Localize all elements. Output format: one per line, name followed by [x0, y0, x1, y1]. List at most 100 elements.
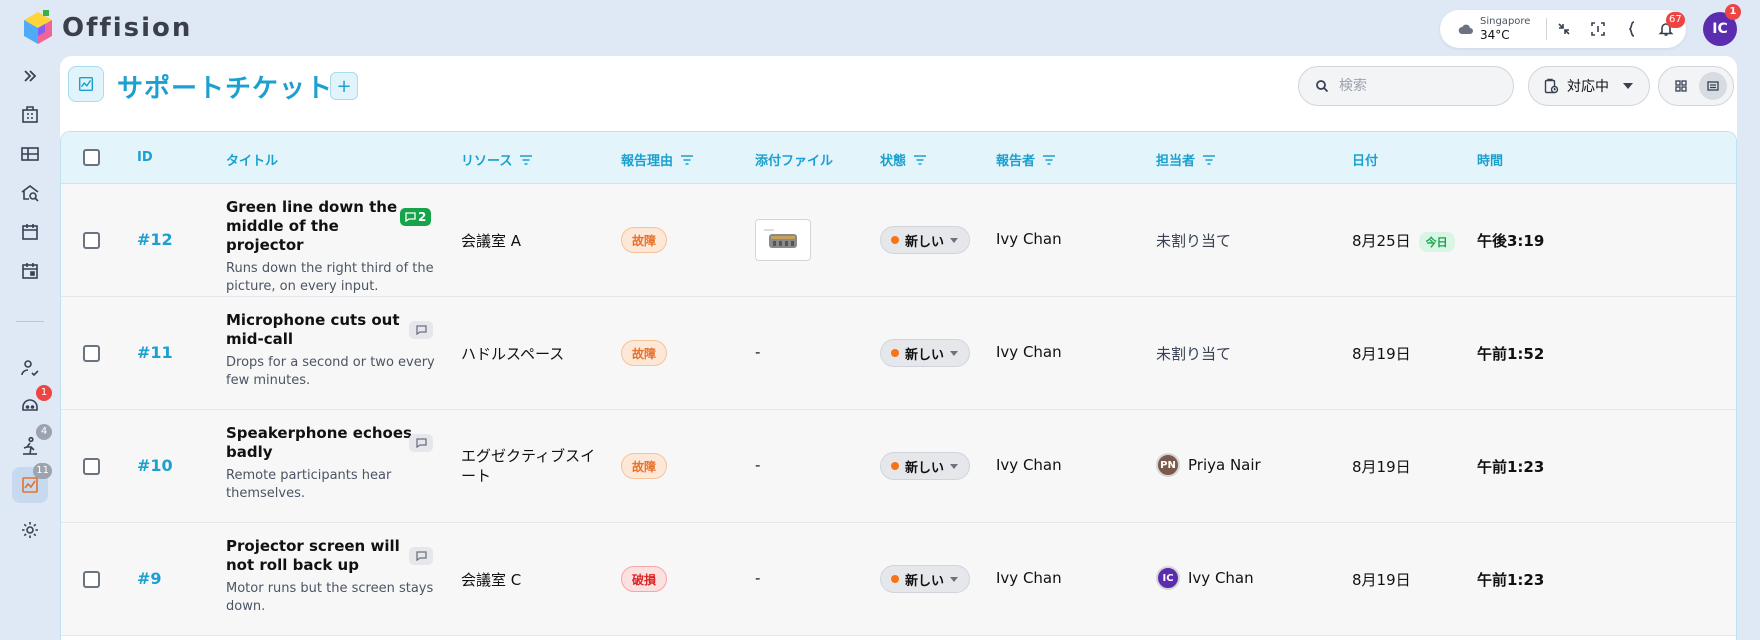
attachment-empty: - [755, 343, 761, 361]
reason-badge: 故障 [621, 453, 668, 479]
row-checkbox[interactable] [83, 232, 100, 249]
table-row[interactable]: #10 Speakerphone echoes badly Remote par… [61, 410, 1736, 523]
ticket-title[interactable]: Projector screen will not roll back up [226, 537, 416, 575]
qr-scan-button[interactable] [1581, 10, 1615, 48]
sidebar-item-walking[interactable]: 4 [12, 424, 52, 464]
assignee[interactable]: PN Priya Nair [1156, 453, 1261, 477]
comments-badge[interactable] [409, 547, 433, 565]
attachment-thumbnail[interactable] [755, 219, 811, 261]
today-badge: 今日 [1418, 231, 1455, 252]
assignee[interactable]: IC Ivy Chan [1156, 566, 1254, 590]
column-header-resource[interactable]: リソース [461, 150, 533, 169]
ticket-id[interactable]: #9 [137, 569, 162, 588]
ticket-description: Drops for a second or two every few minu… [226, 355, 435, 388]
state-dot [891, 462, 899, 470]
sidebar-item-visitors[interactable] [12, 350, 48, 386]
filter-icon[interactable] [914, 154, 927, 165]
notifications-button[interactable]: 67 [1649, 10, 1685, 48]
ticket-id[interactable]: #11 [137, 343, 173, 362]
ticket-id[interactable]: #10 [137, 456, 173, 475]
collapse-icon [1558, 23, 1570, 35]
row-checkbox[interactable] [83, 571, 100, 588]
code-button[interactable] [1615, 10, 1649, 48]
grid-view-button[interactable] [1667, 72, 1695, 100]
table-row[interactable]: #11 Microphone cuts out mid-call Drops f… [61, 297, 1736, 410]
search-space-icon [21, 185, 39, 202]
assignee-unassigned[interactable]: 未割り当て [1156, 343, 1231, 364]
comments-badge[interactable]: 2 [400, 208, 432, 226]
column-header-state[interactable]: 状態 [880, 150, 927, 169]
column-header-reason[interactable]: 報告理由 [621, 150, 694, 169]
select-all-checkbox[interactable] [83, 149, 100, 166]
resource: 会議室 C [461, 571, 522, 589]
row-checkbox[interactable] [83, 458, 100, 475]
row-checkbox[interactable] [83, 345, 100, 362]
support-badge: 11 [33, 463, 52, 479]
filter-icon[interactable] [681, 154, 694, 165]
column-header-time[interactable]: 時間 [1477, 150, 1503, 169]
resource: 会議室 A [461, 232, 522, 250]
filter-icon[interactable] [1043, 154, 1056, 165]
office-icon [22, 106, 38, 123]
sidebar-expand[interactable] [12, 58, 48, 94]
comment-icon [405, 212, 416, 222]
state-dropdown[interactable]: 新しい [880, 565, 970, 593]
page-icon [68, 66, 104, 102]
ticket-title[interactable]: Microphone cuts out mid-call [226, 311, 416, 349]
calendar-icon [22, 224, 38, 240]
sidebar-item-assistant[interactable]: 1 [12, 385, 52, 425]
column-header-date[interactable]: 日付 [1352, 150, 1378, 169]
ticket-title[interactable]: Speakerphone echoes badly [226, 424, 416, 462]
assignee-avatar: PN [1156, 453, 1180, 477]
add-ticket-button[interactable]: + [330, 72, 358, 100]
reporter: Ivy Chan [996, 230, 1062, 248]
sidebar-item-settings[interactable] [12, 512, 48, 548]
column-header-id[interactable]: ID [137, 150, 153, 165]
sidebar-item-rooms[interactable] [12, 136, 48, 172]
table-row[interactable]: #12 Green line down the middle of the pr… [61, 184, 1736, 297]
sidebar-divider [16, 321, 44, 322]
search-box[interactable] [1298, 66, 1514, 106]
comments-badge[interactable] [409, 434, 433, 452]
filter-icon[interactable] [1203, 154, 1216, 165]
sidebar-item-search-space[interactable] [12, 175, 48, 211]
app-logo[interactable]: Offision [22, 10, 192, 46]
reporter: Ivy Chan [996, 569, 1062, 587]
sidebar-item-calendar-event[interactable] [12, 253, 48, 289]
weather-widget[interactable]: Singapore 34°C [1440, 17, 1546, 41]
clipboard-clock-icon [1544, 78, 1559, 94]
assignee-unassigned[interactable]: 未割り当て [1156, 230, 1231, 251]
ticket-id[interactable]: #12 [137, 230, 173, 249]
reason-badge: 破損 [621, 566, 668, 592]
status-filter-dropdown[interactable]: 対応中 [1528, 66, 1650, 106]
user-initials: IC [1712, 21, 1728, 37]
sidebar-item-calendar[interactable] [12, 214, 48, 250]
sidebar: 1 4 11 [0, 56, 60, 640]
search-input[interactable] [1339, 78, 1489, 94]
assignee-name: Priya Nair [1188, 456, 1261, 474]
column-header-reporter[interactable]: 報告者 [996, 150, 1056, 169]
collapse-button[interactable] [1547, 10, 1581, 48]
table-row[interactable]: #9 Projector screen will not roll back u… [61, 523, 1736, 636]
state-dropdown[interactable]: 新しい [880, 339, 970, 367]
state-dropdown[interactable]: 新しい [880, 452, 970, 480]
sidebar-item-support[interactable]: 11 [12, 463, 52, 503]
ticket-title[interactable]: Green line down the middle of the projec… [226, 198, 416, 255]
column-header-assignee[interactable]: 担当者 [1156, 150, 1216, 169]
sidebar-item-office[interactable] [12, 97, 48, 133]
ticket-description: Runs down the right third of the picture… [226, 261, 434, 294]
state-dropdown[interactable]: 新しい [880, 226, 970, 254]
comments-badge[interactable] [409, 321, 433, 339]
list-view-button[interactable] [1699, 72, 1727, 100]
visitor-icon [21, 360, 39, 377]
walking-badge: 4 [36, 424, 52, 440]
filter-icon[interactable] [520, 154, 533, 165]
double-chevron-right-icon [24, 70, 37, 82]
user-avatar[interactable]: IC 1 [1703, 4, 1741, 46]
list-icon [1707, 81, 1719, 91]
state-dot [891, 349, 899, 357]
column-header-attachment[interactable]: 添付ファイル [755, 150, 833, 169]
ticket-description: Remote participants hear themselves. [226, 468, 392, 501]
column-header-title[interactable]: タイトル [226, 150, 278, 169]
date: 8月19日 [1352, 571, 1411, 589]
